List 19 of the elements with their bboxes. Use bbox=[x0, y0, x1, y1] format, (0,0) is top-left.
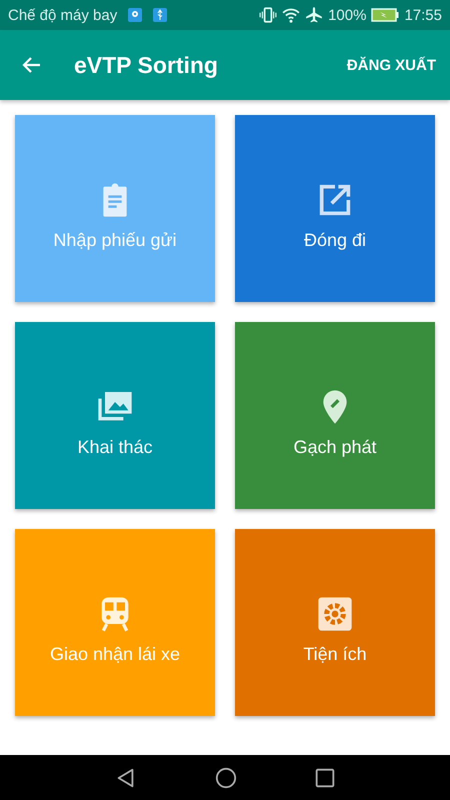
wifi-icon bbox=[282, 6, 300, 24]
battery-charging-icon bbox=[371, 8, 400, 22]
clock-time: 17:55 bbox=[404, 6, 442, 24]
app-title: eVTP Sorting bbox=[74, 52, 218, 78]
menu-tile[interactable]: Gạch phát bbox=[235, 322, 435, 509]
logout-button[interactable]: ĐĂNG XUẤT bbox=[346, 52, 436, 78]
menu-tile[interactable]: Tiện ích bbox=[235, 529, 435, 716]
battery-percent: 100% bbox=[328, 6, 366, 24]
menu-tile[interactable]: Nhập phiếu gửi bbox=[15, 115, 215, 302]
menu-tile[interactable]: Giao nhận lái xe bbox=[15, 529, 215, 716]
usb-icon bbox=[153, 8, 168, 22]
menu-tile[interactable]: Đóng đi bbox=[235, 115, 435, 302]
home-nav-icon[interactable] bbox=[215, 766, 237, 788]
status-text: Chế độ máy bay bbox=[8, 6, 118, 24]
menu-tile[interactable]: Khai thác bbox=[15, 322, 215, 509]
location-icon bbox=[128, 8, 142, 22]
airplane-icon bbox=[305, 6, 324, 24]
recents-nav-icon[interactable] bbox=[315, 768, 335, 788]
vibrate-icon bbox=[259, 6, 278, 24]
